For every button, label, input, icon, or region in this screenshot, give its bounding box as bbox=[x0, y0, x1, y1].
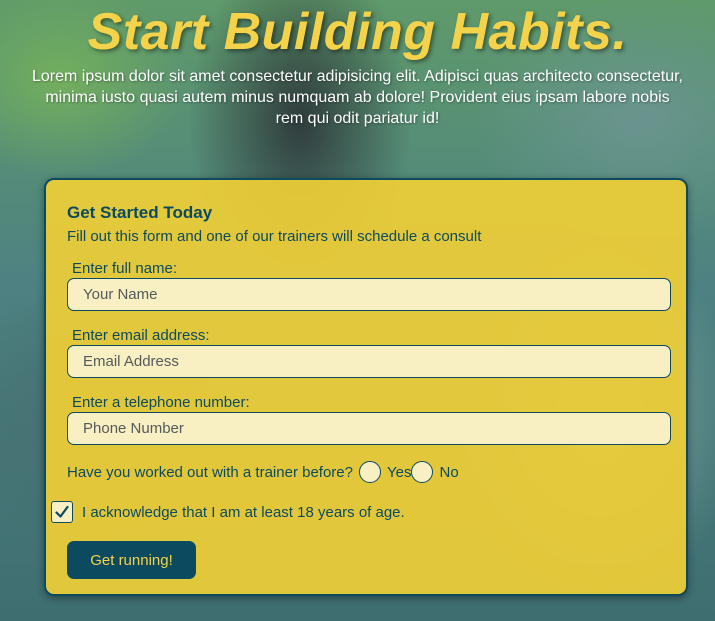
get-running-button[interactable]: Get running! bbox=[67, 541, 196, 579]
checkmark-icon bbox=[55, 505, 69, 518]
radio-no-label: No bbox=[439, 463, 459, 481]
hero-description: Lorem ipsum dolor sit amet consectetur a… bbox=[32, 68, 683, 127]
radio-no[interactable] bbox=[411, 461, 434, 483]
email-label: Enter email address: bbox=[72, 327, 210, 344]
signup-form-card: Get Started Today Fill out this form and… bbox=[44, 178, 688, 596]
trainer-question-group: Have you worked out with a trainer befor… bbox=[67, 459, 459, 485]
age-checkbox-label: I acknowledge that I am at least 18 year… bbox=[82, 503, 405, 521]
radio-yes[interactable] bbox=[359, 461, 381, 483]
phone-label: Enter a telephone number: bbox=[72, 394, 250, 411]
form-subtitle: Fill out this form and one of our traine… bbox=[67, 228, 482, 245]
age-acknowledgement: I acknowledge that I am at least 18 year… bbox=[51, 499, 405, 525]
full-name-label: Enter full name: bbox=[72, 260, 178, 277]
form-title: Get Started Today bbox=[67, 203, 213, 222]
trainer-question-label: Have you worked out with a trainer befor… bbox=[67, 463, 353, 481]
email-input[interactable] bbox=[67, 345, 671, 378]
hero-title: Start Building Habits. bbox=[87, 3, 628, 61]
phone-input[interactable] bbox=[67, 412, 671, 445]
full-name-input[interactable] bbox=[67, 278, 671, 311]
age-checkbox[interactable] bbox=[51, 501, 73, 523]
radio-yes-label: Yes bbox=[387, 463, 412, 481]
